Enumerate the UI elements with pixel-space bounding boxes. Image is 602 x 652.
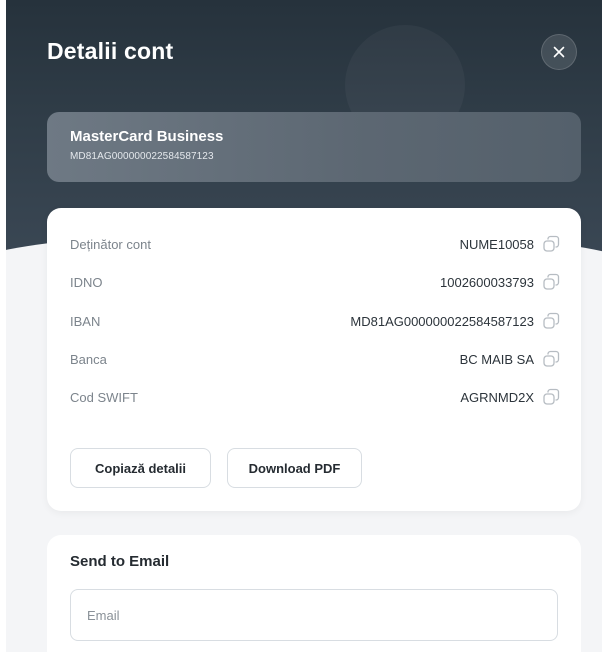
copy-details-button[interactable]: Copiază detalii (70, 448, 211, 488)
detail-value: AGRNMD2X (460, 389, 534, 405)
copy-icon[interactable] (542, 388, 560, 406)
detail-row-idno: IDNO 1002600033793 (70, 271, 560, 293)
left-gutter (0, 0, 6, 652)
detail-label: IDNO (70, 274, 103, 290)
detail-label: Cod SWIFT (70, 389, 138, 405)
copy-icon[interactable] (542, 273, 560, 291)
copy-icon[interactable] (542, 350, 560, 368)
close-icon (553, 46, 565, 58)
email-input[interactable] (70, 589, 558, 641)
details-panel: Deținător cont NUME10058 IDNO 1002600033… (47, 208, 581, 511)
detail-row-iban: IBAN MD81AG000000022584587123 (70, 310, 560, 332)
email-section-title: Send to Email (70, 553, 170, 570)
account-details-modal: Detalii cont MasterCard Business MD81AG0… (0, 0, 602, 652)
account-card: MasterCard Business MD81AG00000002258458… (47, 112, 581, 182)
close-button[interactable] (541, 34, 577, 70)
detail-value: NUME10058 (459, 236, 534, 252)
detail-value: MD81AG000000022584587123 (350, 313, 534, 329)
copy-icon[interactable] (542, 312, 560, 330)
account-card-name: MasterCard Business (70, 128, 224, 145)
detail-label: IBAN (70, 313, 101, 329)
detail-label: Banca (70, 351, 107, 367)
page-title: Detalii cont (47, 38, 174, 64)
account-card-iban: MD81AG000000022584587123 (70, 151, 214, 162)
detail-row-holder: Deținător cont NUME10058 (70, 233, 560, 255)
email-panel: Send to Email (47, 535, 581, 652)
download-pdf-button[interactable]: Download PDF (227, 448, 362, 488)
detail-row-swift: Cod SWIFT AGRNMD2X (70, 386, 560, 408)
copy-icon[interactable] (542, 235, 560, 253)
detail-label: Deținător cont (70, 236, 151, 252)
detail-value: 1002600033793 (440, 274, 534, 290)
detail-value: BC MAIB SA (459, 351, 534, 367)
detail-row-bank: Banca BC MAIB SA (70, 348, 560, 370)
